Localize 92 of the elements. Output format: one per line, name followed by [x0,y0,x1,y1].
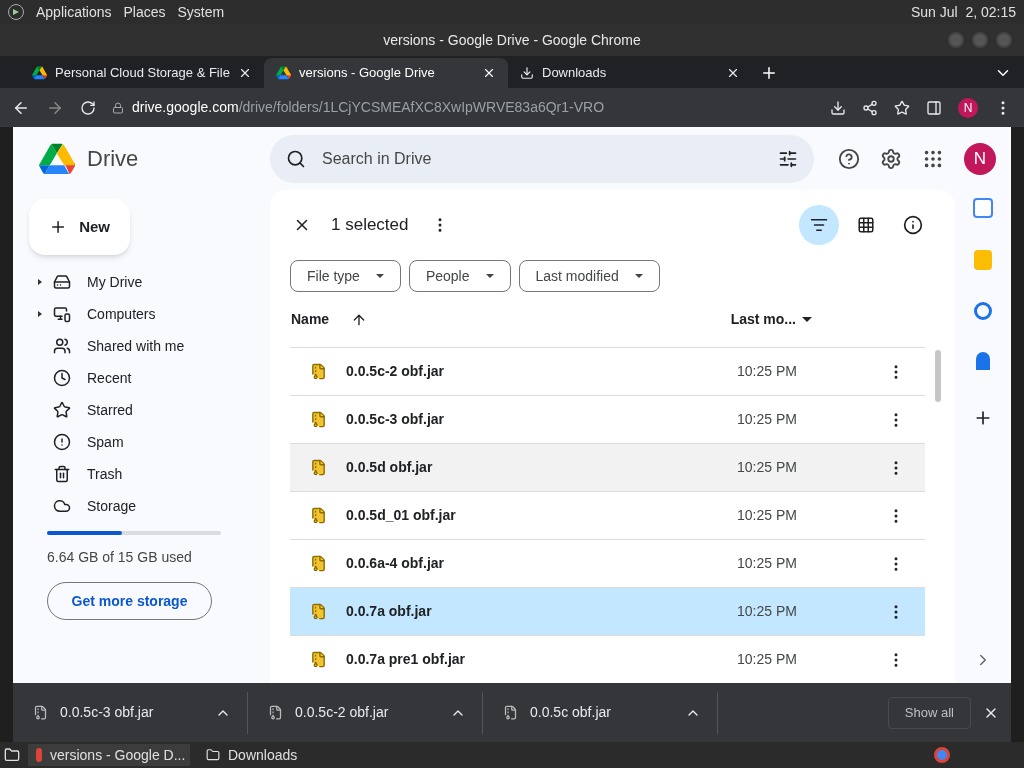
close-icon[interactable] [482,66,496,80]
panel-clock: Sun Jul 2, 02:15 [910,2,1016,22]
lock-icon [112,101,124,114]
clock-icon [53,369,71,387]
archive-file-icon [310,363,327,380]
install-icon[interactable] [830,99,846,116]
sidebar-item[interactable]: Trash [29,458,230,490]
devices-icon [53,305,71,323]
expand-arrow-icon[interactable] [38,311,42,317]
archive-file-icon [33,705,48,720]
expand-arrow-icon[interactable] [38,279,42,285]
archive-file-icon [310,555,327,572]
sidebar-item[interactable]: Starred [29,394,230,426]
archive-file-icon [310,507,327,524]
archive-file-icon [310,603,327,620]
star-icon [53,401,71,419]
drive-logo-icon [39,142,75,175]
download-item[interactable]: 0.0.5c-3 obf.jar [13,691,248,734]
column-header[interactable]: Last mo... [730,309,796,330]
cloud-icon [53,497,71,515]
panel-menu[interactable]: Applications [36,1,112,23]
download-item[interactable]: 0.0.5c obf.jar [483,691,718,734]
file-row[interactable]: 0.0.5d_01 obf.jar 10:25 PM [290,492,925,540]
scrollbar[interactable] [935,350,941,402]
browser-tab[interactable]: Downloads [508,58,752,88]
drive-logo-icon [32,66,47,80]
people-icon [53,337,71,355]
sidebar-item[interactable]: Recent [29,362,230,394]
trash-icon [53,465,71,483]
archive-file-icon [310,459,327,476]
app-name: Drive [87,145,139,173]
sidebar-item[interactable]: My Drive [29,266,230,298]
account-avatar[interactable]: N [964,142,996,175]
dropdown-arrow-icon [634,274,643,278]
close-icon[interactable] [726,66,740,80]
settings-icon[interactable] [880,147,902,170]
panel-menu[interactable]: System [177,1,225,23]
search-input[interactable]: Search in Drive [322,146,762,171]
search-options-icon[interactable] [778,148,798,169]
dropdown-arrow-icon [375,274,384,278]
file-row[interactable]: 0.0.7a obf.jar 10:25 PM [290,588,925,636]
info-icon[interactable] [903,215,923,235]
filter-icon [810,216,828,234]
file-row[interactable]: 0.0.5c-2 obf.jar 10:25 PM [290,348,925,396]
archive-file-icon [268,705,283,720]
filter-chip[interactable]: People [408,260,511,292]
download-icon [520,66,534,80]
sidebar-item[interactable]: Storage [29,490,230,522]
sidebar-item[interactable]: Computers [29,298,230,330]
folder-icon [206,748,220,762]
side-panel-icon[interactable] [926,99,942,116]
new-tab-icon[interactable] [760,64,778,82]
new-button[interactable]: New [29,199,130,255]
filter-chip[interactable]: Last modified [518,260,660,292]
dropdown-arrow-icon [485,274,494,278]
search-bar[interactable]: Search in Drive [270,134,814,183]
alert-icon [53,433,71,451]
reload-icon[interactable] [80,99,96,116]
browser-tab[interactable]: versions - Google Drive [264,58,508,88]
window-title: versions - Google Drive - Google Chrome [383,30,641,50]
profile-avatar[interactable]: N [958,97,978,118]
browser-tab[interactable]: Personal Cloud Storage & File [20,58,264,88]
storage-usage-text: 6.64 GB of 15 GB used [47,548,193,567]
panel-menu[interactable]: Places [123,1,166,23]
column-header[interactable]: Name [291,309,330,330]
drive-icon [53,273,71,291]
close-icon[interactable] [238,66,252,80]
dropdown-arrow-icon[interactable] [802,317,812,322]
filter-button[interactable] [799,205,839,245]
calendar-icon[interactable] [973,198,993,218]
archive-file-icon [310,651,327,668]
archive-file-icon [310,411,327,428]
grid-view-icon[interactable] [857,216,875,234]
help-icon[interactable] [838,147,860,170]
drive-logo-icon [276,66,291,80]
taskbar-item[interactable]: Downloads [198,744,306,766]
show-all-button[interactable]: Show all [887,696,971,729]
selection-count: 1 selected [331,214,409,237]
taskbar-item[interactable]: versions - Google D... [28,744,190,766]
download-item[interactable]: 0.0.5c-2 obf.jar [248,691,483,734]
sidebar-item[interactable]: Spam [29,426,230,458]
file-row[interactable]: 0.0.5c-3 obf.jar 10:25 PM [290,396,925,444]
share-icon[interactable] [862,99,878,116]
file-row[interactable]: 0.0.5d obf.jar 10:25 PM [290,444,925,492]
address-field[interactable]: drive.google.com/drive/folders/1LCjYCSMEAfXC8XwIpWRVE83a6Qr1-VRO [112,92,814,123]
bookmark-star-icon[interactable] [894,99,910,116]
task-check-icon[interactable] [974,302,992,320]
sidebar-item[interactable]: Shared with me [29,330,230,362]
search-icon [286,148,306,169]
show-desktop-icon[interactable] [4,747,20,763]
filter-chip[interactable]: File type [290,260,401,292]
archive-file-icon [503,705,518,720]
